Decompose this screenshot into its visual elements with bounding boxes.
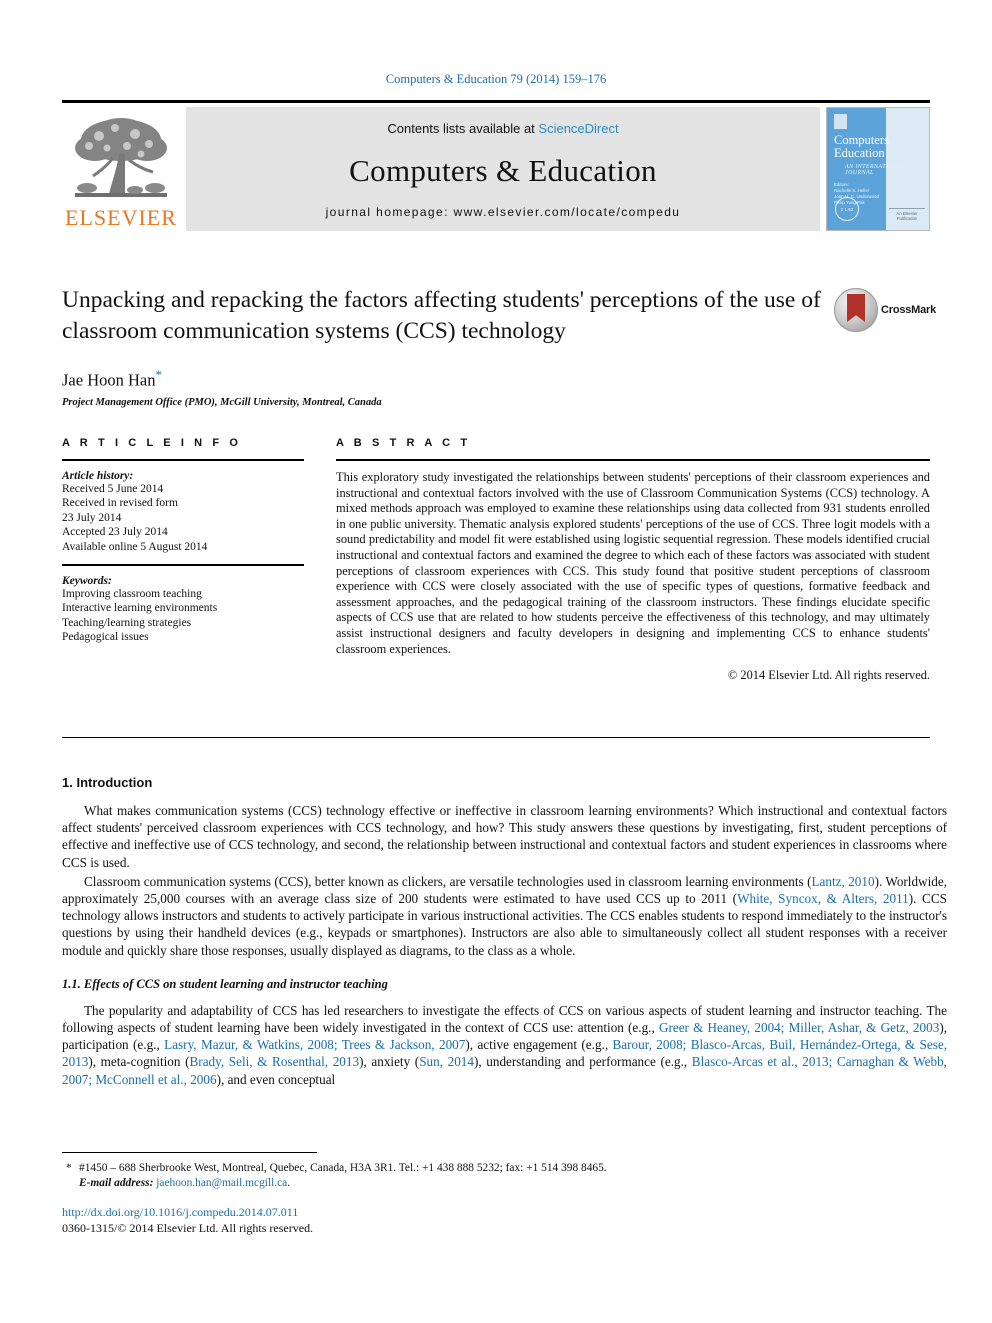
- body-text-run: ), anxiety (: [359, 1054, 420, 1070]
- crossmark-badge[interactable]: CrossMark: [834, 285, 936, 335]
- section-heading-1-1: 1.1. Effects of CCS on student learning …: [62, 976, 388, 991]
- journal-cover-thumbnail: Computers Education AN INTERNATIONAL JOU…: [826, 107, 930, 231]
- footer-doi-block: http://dx.doi.org/10.1016/j.compedu.2014…: [62, 1205, 313, 1236]
- body-column: 1. Introduction What makes communication…: [62, 775, 947, 1090]
- citation-link[interactable]: White, Syncox, & Alters, 2011: [737, 891, 909, 906]
- abstract-text: This exploratory study investigated the …: [336, 470, 930, 656]
- footnote-marker: *: [66, 1162, 72, 1174]
- keyword-1: Interactive learning environments: [62, 602, 218, 615]
- footnote-email-suffix: .: [287, 1176, 291, 1189]
- keyword-0: Improving classroom teaching: [62, 588, 202, 601]
- cover-footer-rule: [889, 208, 925, 209]
- masthead-top-rule: [62, 100, 930, 103]
- footnote-divider-rule: [62, 1152, 317, 1153]
- article-history-1: Received in revised form: [62, 497, 178, 510]
- sciencedirect-link[interactable]: ScienceDirect: [538, 121, 618, 136]
- journal-homepage[interactable]: journal homepage: www.elsevier.com/locat…: [326, 205, 681, 219]
- footnote-corresponding-author: * #1450 – 688 Sherbrooke West, Montreal,…: [62, 1161, 762, 1190]
- cover-seal-badge: 2 1.62: [835, 197, 859, 221]
- citation-link[interactable]: Sun, 2014: [419, 1054, 474, 1069]
- footnote-address: #1450 – 688 Sherbrooke West, Montreal, Q…: [79, 1162, 607, 1174]
- elsevier-wordmark: ELSEVIER: [65, 205, 177, 230]
- author-name-text: Jae Hoon Han: [62, 370, 156, 390]
- doi-link[interactable]: http://dx.doi.org/10.1016/j.compedu.2014…: [62, 1205, 313, 1221]
- article-history-0: Received 5 June 2014: [62, 483, 164, 495]
- footnote-email-label: E-mail address:: [79, 1176, 154, 1189]
- abstract-rule: [336, 459, 930, 461]
- crossmark-logo-icon: [834, 288, 878, 332]
- keywords-rule: [62, 564, 304, 567]
- citation-link[interactable]: Lantz, 2010: [811, 874, 874, 889]
- title-block: Unpacking and repacking the factors affe…: [62, 285, 936, 408]
- article-info-rule: [62, 459, 304, 461]
- keyword-2: Teaching/learning strategies: [62, 616, 192, 629]
- article-info-column: A R T I C L E I N F O Article history: R…: [62, 437, 304, 683]
- journal-masthead: ELSEVIER Contents lists available at Sci…: [62, 100, 930, 231]
- body-text-run: Classroom communication systems (CCS), b…: [84, 873, 812, 889]
- cover-footer: An Elsevier Publication: [889, 208, 925, 221]
- article-history-label: Article history:: [62, 470, 134, 482]
- footnote-email-link[interactable]: jaehoon.han@mail.mcgill.ca: [156, 1177, 287, 1189]
- cover-title: Computers Education: [834, 134, 889, 160]
- paragraph-3: The popularity and adaptability of CCS h…: [62, 1002, 947, 1088]
- author-footnote-marker[interactable]: *: [155, 367, 162, 382]
- paragraph-1: What makes communication systems (CCS) t…: [62, 803, 947, 870]
- section-divider-rule: [62, 737, 930, 738]
- paper-page: Computers & Education 79 (2014) 159–176: [0, 0, 992, 1323]
- citation-link[interactable]: Lasry, Mazur, & Watkins, 2008; Trees & J…: [164, 1037, 465, 1052]
- article-history-2: 23 July 2014: [62, 511, 122, 524]
- contents-prefix: Contents lists available at: [387, 121, 539, 136]
- body-text-run: ), meta-cognition (: [88, 1054, 190, 1070]
- article-history-4: Available online 5 August 2014: [62, 540, 208, 553]
- elsevier-tree-icon: [75, 118, 167, 197]
- citation-link[interactable]: Brady, Seli, & Rosenthal, 2013: [190, 1054, 360, 1069]
- cover-subtitle: AN INTERNATIONAL JOURNAL: [845, 164, 906, 176]
- author-name: Jae Hoon Han*: [62, 367, 930, 391]
- elsevier-logo: ELSEVIER: [62, 107, 180, 231]
- paragraph-2: Classroom communication systems (CCS), b…: [62, 873, 947, 959]
- cover-elsevier-mark-icon: [834, 114, 847, 129]
- section-heading-introduction: 1. Introduction: [62, 775, 153, 790]
- cover-title-line2: Education: [834, 146, 885, 160]
- citation-link[interactable]: Greer & Heaney, 2004; Miller, Ashar, & G…: [659, 1020, 939, 1035]
- issn-copyright: 0360-1315/© 2014 Elsevier Ltd. All right…: [62, 1220, 314, 1235]
- abstract-copyright: © 2014 Elsevier Ltd. All rights reserved…: [727, 668, 930, 683]
- body-text-run: ), and even conceptual: [216, 1071, 336, 1087]
- author-affiliation: Project Management Office (PMO), McGill …: [62, 396, 382, 408]
- crossmark-label: CrossMark: [881, 304, 937, 316]
- article-info-heading: A R T I C L E I N F O: [62, 437, 242, 449]
- running-head: Computers & Education 79 (2014) 159–176: [385, 72, 607, 86]
- page-title: Unpacking and repacking the factors affe…: [62, 287, 821, 344]
- article-history-3: Accepted 23 July 2014: [62, 526, 168, 539]
- body-text-run: ), understanding and performance (e.g.,: [473, 1054, 692, 1070]
- contents-lists-line: Contents lists available at ScienceDirec…: [387, 121, 618, 136]
- keywords-label: Keywords:: [62, 575, 112, 588]
- info-abstract-row: A R T I C L E I N F O Article history: R…: [62, 437, 930, 683]
- journal-title: Computers & Education: [349, 152, 657, 188]
- cover-footer-text: An Elsevier Publication: [896, 211, 918, 221]
- keyword-3: Pedagogical issues: [62, 631, 149, 644]
- abstract-heading: A B S T R A C T: [336, 437, 471, 449]
- abstract-column: A B S T R A C T This exploratory study i…: [336, 437, 930, 683]
- masthead-center: Contents lists available at ScienceDirec…: [186, 107, 820, 231]
- body-text-run: ), active engagement (e.g.,: [465, 1037, 613, 1053]
- footnotes-block: * #1450 – 688 Sherbrooke West, Montreal,…: [62, 1161, 762, 1190]
